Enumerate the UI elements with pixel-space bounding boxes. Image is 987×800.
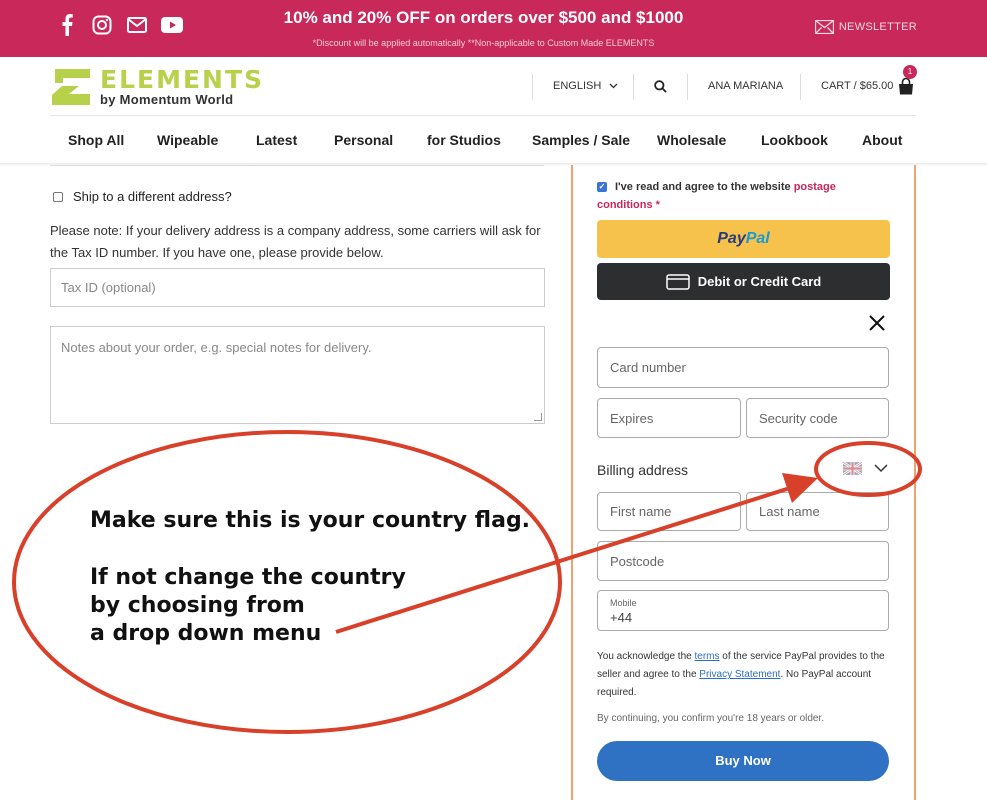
legal-text-1: You acknowledge the: [597, 651, 695, 662]
ship-different-checkbox[interactable]: [53, 191, 63, 202]
logo-wordmark: ELEMENTS: [100, 64, 265, 94]
resize-handle[interactable]: [534, 413, 542, 421]
first-name-input[interactable]: First name: [597, 492, 741, 531]
chevron-down-icon: [609, 83, 618, 89]
billing-address-heading: Billing address: [597, 462, 689, 478]
annotation-line-1: Make sure this is your country flag.: [90, 508, 531, 533]
divider: [50, 165, 544, 166]
nav-item-wipeable[interactable]: Wipeable: [157, 132, 218, 148]
cart-total: CART / $65.00: [821, 80, 894, 92]
elements-logo-icon: [52, 69, 90, 105]
expires-placeholder: Expires: [610, 410, 654, 426]
ship-different-label: Ship to a different address?: [73, 189, 232, 204]
nav-item-latest[interactable]: Latest: [256, 132, 297, 148]
postcode-input[interactable]: Postcode: [597, 541, 889, 581]
expires-input[interactable]: Expires: [597, 398, 741, 438]
paypal-logo-pay: Pay: [717, 230, 746, 247]
paypal-legal-text: You acknowledge the terms of the service…: [597, 648, 889, 702]
language-selector[interactable]: ENGLISH: [553, 57, 618, 115]
last-name-placeholder: Last name: [759, 504, 820, 519]
main-navigation: Shop All Wipeable Latest Personal for St…: [50, 115, 916, 164]
newsletter-link[interactable]: NEWSLETTER: [814, 20, 917, 34]
debit-credit-card-button[interactable]: Debit or Credit Card: [597, 263, 890, 300]
first-name-placeholder: First name: [610, 504, 672, 519]
postcode-placeholder: Postcode: [610, 553, 665, 569]
nav-item-personal[interactable]: Personal: [334, 132, 393, 148]
cart-link[interactable]: CART / $65.00: [821, 57, 914, 115]
site-header: ELEMENTS by Momentum World ENGLISH ANA M…: [0, 57, 987, 115]
account-name: ANA MARIANA: [708, 80, 784, 92]
ship-different-address[interactable]: Ship to a different address?: [53, 189, 232, 204]
divider: [687, 74, 688, 100]
tax-id-placeholder: Tax ID (optional): [61, 280, 156, 295]
newsletter-label: NEWSLETTER: [838, 21, 917, 33]
divider: [800, 74, 801, 100]
search-icon: [654, 79, 667, 93]
privacy-statement-link[interactable]: Privacy Statement: [699, 669, 780, 680]
mobile-input[interactable]: [597, 590, 889, 631]
order-notes-placeholder: Notes about your order, e.g. special not…: [61, 340, 372, 355]
security-code-placeholder: Security code: [759, 410, 838, 426]
card-number-placeholder: Card number: [610, 360, 686, 375]
mobile-label: Mobile: [610, 598, 637, 608]
postage-agreement[interactable]: ✓ I've read and agree to the website post…: [597, 178, 887, 214]
security-code-input[interactable]: Security code: [746, 398, 889, 438]
agree-text: I've read and agree to the website: [615, 181, 794, 193]
paypal-logo-pal: Pal: [745, 230, 770, 247]
tax-id-note: Please note: If your delivery address is…: [50, 223, 541, 260]
nav-item-lookbook[interactable]: Lookbook: [761, 132, 828, 148]
annotation-line-2: If not change the country: [90, 565, 406, 590]
uk-flag-icon: [843, 462, 862, 475]
search-button[interactable]: [654, 57, 667, 115]
annotation-line-4: a drop down menu: [90, 621, 322, 646]
tax-id-input[interactable]: Tax ID (optional): [50, 268, 545, 307]
paypal-button[interactable]: PayPal: [597, 220, 890, 258]
nav-item-for-studios[interactable]: for Studios: [427, 132, 501, 148]
promo-subtext: *Discount will be applied automatically …: [312, 38, 655, 48]
agree-checkbox[interactable]: ✓: [597, 182, 607, 192]
credit-card-icon: [665, 273, 690, 290]
order-notes-textarea[interactable]: Notes about your order, e.g. special not…: [50, 326, 545, 424]
site-logo[interactable]: ELEMENTS by Momentum World: [50, 67, 264, 107]
card-number-input[interactable]: Card number: [597, 347, 889, 388]
cart-count-badge: 1: [903, 65, 917, 79]
card-button-label: Debit or Credit Card: [697, 274, 822, 289]
age-confirmation-note: By continuing, you confirm you're 18 yea…: [597, 713, 825, 724]
last-name-input[interactable]: Last name: [746, 492, 889, 531]
annotation-line-3: by choosing from: [90, 593, 305, 618]
required-marker: *: [652, 199, 660, 211]
nav-item-samples-sale[interactable]: Samples / Sale: [532, 132, 630, 148]
terms-link[interactable]: terms: [695, 651, 720, 662]
divider: [532, 74, 533, 100]
nav-item-shop-all[interactable]: Shop All: [68, 132, 124, 148]
divider: [633, 74, 634, 100]
envelope-icon: [814, 20, 834, 34]
promo-bar: 10% and 20% OFF on orders over $500 and …: [0, 0, 987, 57]
logo-tagline: by Momentum World: [100, 91, 234, 107]
nav-item-about[interactable]: About: [862, 132, 902, 148]
account-link[interactable]: ANA MARIANA: [708, 57, 783, 115]
shopping-bag-icon: [899, 77, 914, 94]
chevron-down-icon: [874, 464, 888, 473]
order-review-panel: [571, 165, 916, 800]
buy-now-button[interactable]: Buy Now: [597, 741, 889, 781]
nav-item-wholesale[interactable]: Wholesale: [657, 132, 726, 148]
close-icon[interactable]: [867, 313, 887, 333]
country-selector[interactable]: [843, 462, 888, 475]
language-label: ENGLISH: [553, 80, 602, 92]
mobile-value: +44: [610, 610, 633, 625]
